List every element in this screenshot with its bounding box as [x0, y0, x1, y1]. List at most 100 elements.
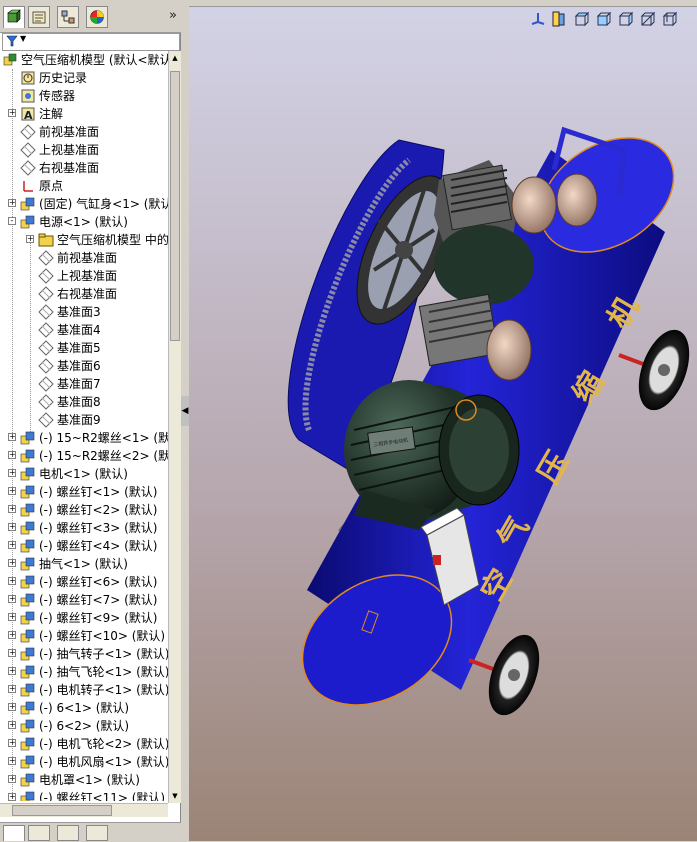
part-icon — [20, 556, 36, 572]
collapse-panel-icon[interactable]: » — [169, 8, 177, 23]
feature-tree: 空气压缩机模型 (默认<默认 历史记录 传感器 + A 注解 前视基准面 上视基准面 右视基准面… — [0, 51, 168, 801]
expand-icon[interactable]: + — [8, 505, 16, 513]
tree-item-label: 空气压缩机模型 中的 — [57, 233, 168, 247]
plane-icon — [38, 412, 54, 428]
svg-text:A: A — [24, 109, 33, 122]
expand-icon[interactable]: + — [8, 613, 16, 621]
tree-item-label: 前视基准面 — [57, 251, 118, 265]
plane-icon — [20, 142, 36, 158]
expand-icon[interactable]: + — [8, 703, 16, 711]
tree-item-label: 电机罩<1> (默认) — [39, 773, 140, 787]
tab-feature-manager[interactable] — [3, 6, 25, 28]
part-icon — [20, 484, 36, 500]
part-icon — [20, 736, 36, 752]
tree-item-label: 基准面9 — [57, 413, 101, 427]
expand-icon[interactable]: + — [8, 631, 16, 639]
part-icon — [20, 772, 36, 788]
pulley-upper-2[interactable] — [556, 173, 598, 227]
tab-configuration-manager[interactable] — [57, 6, 79, 28]
sensor-icon — [20, 88, 36, 104]
compressor-model[interactable]: 三相异步电动机 空 气 压 缩 机 — [189, 0, 697, 841]
pulley-lower[interactable] — [486, 319, 532, 381]
wheel-front[interactable] — [618, 323, 697, 417]
tree-item-label: 上视基准面 — [57, 269, 118, 283]
plane-icon — [38, 358, 54, 374]
plane-icon — [38, 286, 54, 302]
expand-icon[interactable]: + — [26, 235, 34, 243]
splitter-collapse-icon[interactable]: ◀ — [181, 396, 189, 426]
plane-icon — [38, 376, 54, 392]
expand-icon[interactable]: + — [8, 757, 16, 765]
collapse-icon[interactable]: - — [8, 217, 16, 225]
tree-item-label: 右视基准面 — [57, 287, 118, 301]
expand-icon[interactable]: + — [8, 721, 16, 729]
tab-feature-manager-2[interactable] — [3, 825, 25, 841]
expand-icon[interactable]: + — [8, 559, 16, 567]
plane-icon — [20, 160, 36, 176]
tab-property-manager[interactable] — [28, 6, 50, 28]
tree-filter-bar[interactable]: ▼ — [2, 33, 180, 51]
expand-icon[interactable]: + — [8, 199, 16, 207]
tree-item-label: (-) 电机飞轮<2> (默认) — [39, 737, 168, 751]
tree-item-label: 基准面8 — [57, 395, 101, 409]
scroll-down-icon[interactable]: ▼ — [169, 789, 181, 803]
expand-icon[interactable]: + — [8, 793, 16, 801]
panel-tabs: » — [0, 0, 181, 33]
expand-icon[interactable]: + — [8, 469, 16, 477]
tab-display-manager-2[interactable] — [86, 825, 108, 841]
tree-item-label: 基准面7 — [57, 377, 101, 391]
expand-icon[interactable]: + — [8, 487, 16, 495]
tree-item-label: (-) 电机转子<1> (默认) — [39, 683, 168, 697]
expand-icon[interactable]: + — [8, 541, 16, 549]
tree-vertical-scrollbar[interactable]: ▲ ▼ — [168, 51, 181, 803]
tab-property-manager-2[interactable] — [28, 825, 50, 841]
graphics-viewport[interactable]: 三相异步电动机 空 气 压 缩 机 — [189, 0, 697, 841]
tree-item-label: 右视基准面 — [39, 161, 100, 175]
expand-icon[interactable]: + — [8, 433, 16, 441]
part-icon — [20, 520, 36, 536]
part-icon — [20, 664, 36, 680]
part-icon — [20, 700, 36, 716]
plane-icon — [20, 124, 36, 140]
expand-icon[interactable]: + — [8, 775, 16, 783]
tree-item-label: 原点 — [39, 179, 64, 193]
expand-icon[interactable]: + — [8, 451, 16, 459]
tree-item-label: (-) 螺丝钉<7> (默认) — [39, 593, 158, 607]
scroll-thumb[interactable] — [170, 71, 180, 341]
expand-icon[interactable]: + — [8, 595, 16, 603]
tree-item-label: (-) 电机风扇<1> (默认) — [39, 755, 168, 769]
plane-icon — [38, 304, 54, 320]
history-icon — [20, 70, 36, 86]
pulley-upper[interactable] — [511, 176, 557, 234]
tab-configuration-manager-2[interactable] — [57, 825, 79, 841]
tree-item-label: 电机<1> (默认) — [39, 467, 128, 481]
tree-item-label: (-) 螺丝钉<6> (默认) — [39, 575, 158, 589]
hscroll-thumb[interactable] — [12, 805, 112, 816]
tree-item-label: (-) 螺丝钉<4> (默认) — [39, 539, 158, 553]
expand-icon[interactable]: + — [8, 523, 16, 531]
scroll-up-icon[interactable]: ▲ — [169, 51, 181, 65]
part-icon — [20, 196, 36, 212]
expand-icon[interactable]: + — [8, 739, 16, 747]
expand-icon[interactable]: + — [8, 667, 16, 675]
expand-icon[interactable]: + — [8, 685, 16, 693]
part-icon — [20, 538, 36, 554]
tree-item-label: 上视基准面 — [39, 143, 100, 157]
part-icon — [20, 466, 36, 482]
tree-horizontal-scrollbar[interactable] — [0, 803, 168, 817]
expand-icon[interactable]: + — [8, 649, 16, 657]
tree-item-label: 传感器 — [39, 89, 76, 103]
panel-splitter[interactable]: ◀ — [181, 0, 189, 841]
part-icon — [20, 430, 36, 446]
filter-icon[interactable]: ▼ — [6, 34, 34, 48]
feature-tree-icon — [7, 9, 21, 23]
tree-item-label: 基准面6 — [57, 359, 101, 373]
tree-item-label: (-) 螺丝钉<1> (默认) — [39, 485, 158, 499]
part-icon — [20, 502, 36, 518]
plane-icon — [38, 340, 54, 356]
tab-display-manager[interactable] — [86, 6, 108, 28]
expand-icon[interactable]: + — [8, 109, 16, 117]
folder-icon — [38, 232, 54, 248]
expand-icon[interactable]: + — [8, 577, 16, 585]
part-icon — [20, 610, 36, 626]
